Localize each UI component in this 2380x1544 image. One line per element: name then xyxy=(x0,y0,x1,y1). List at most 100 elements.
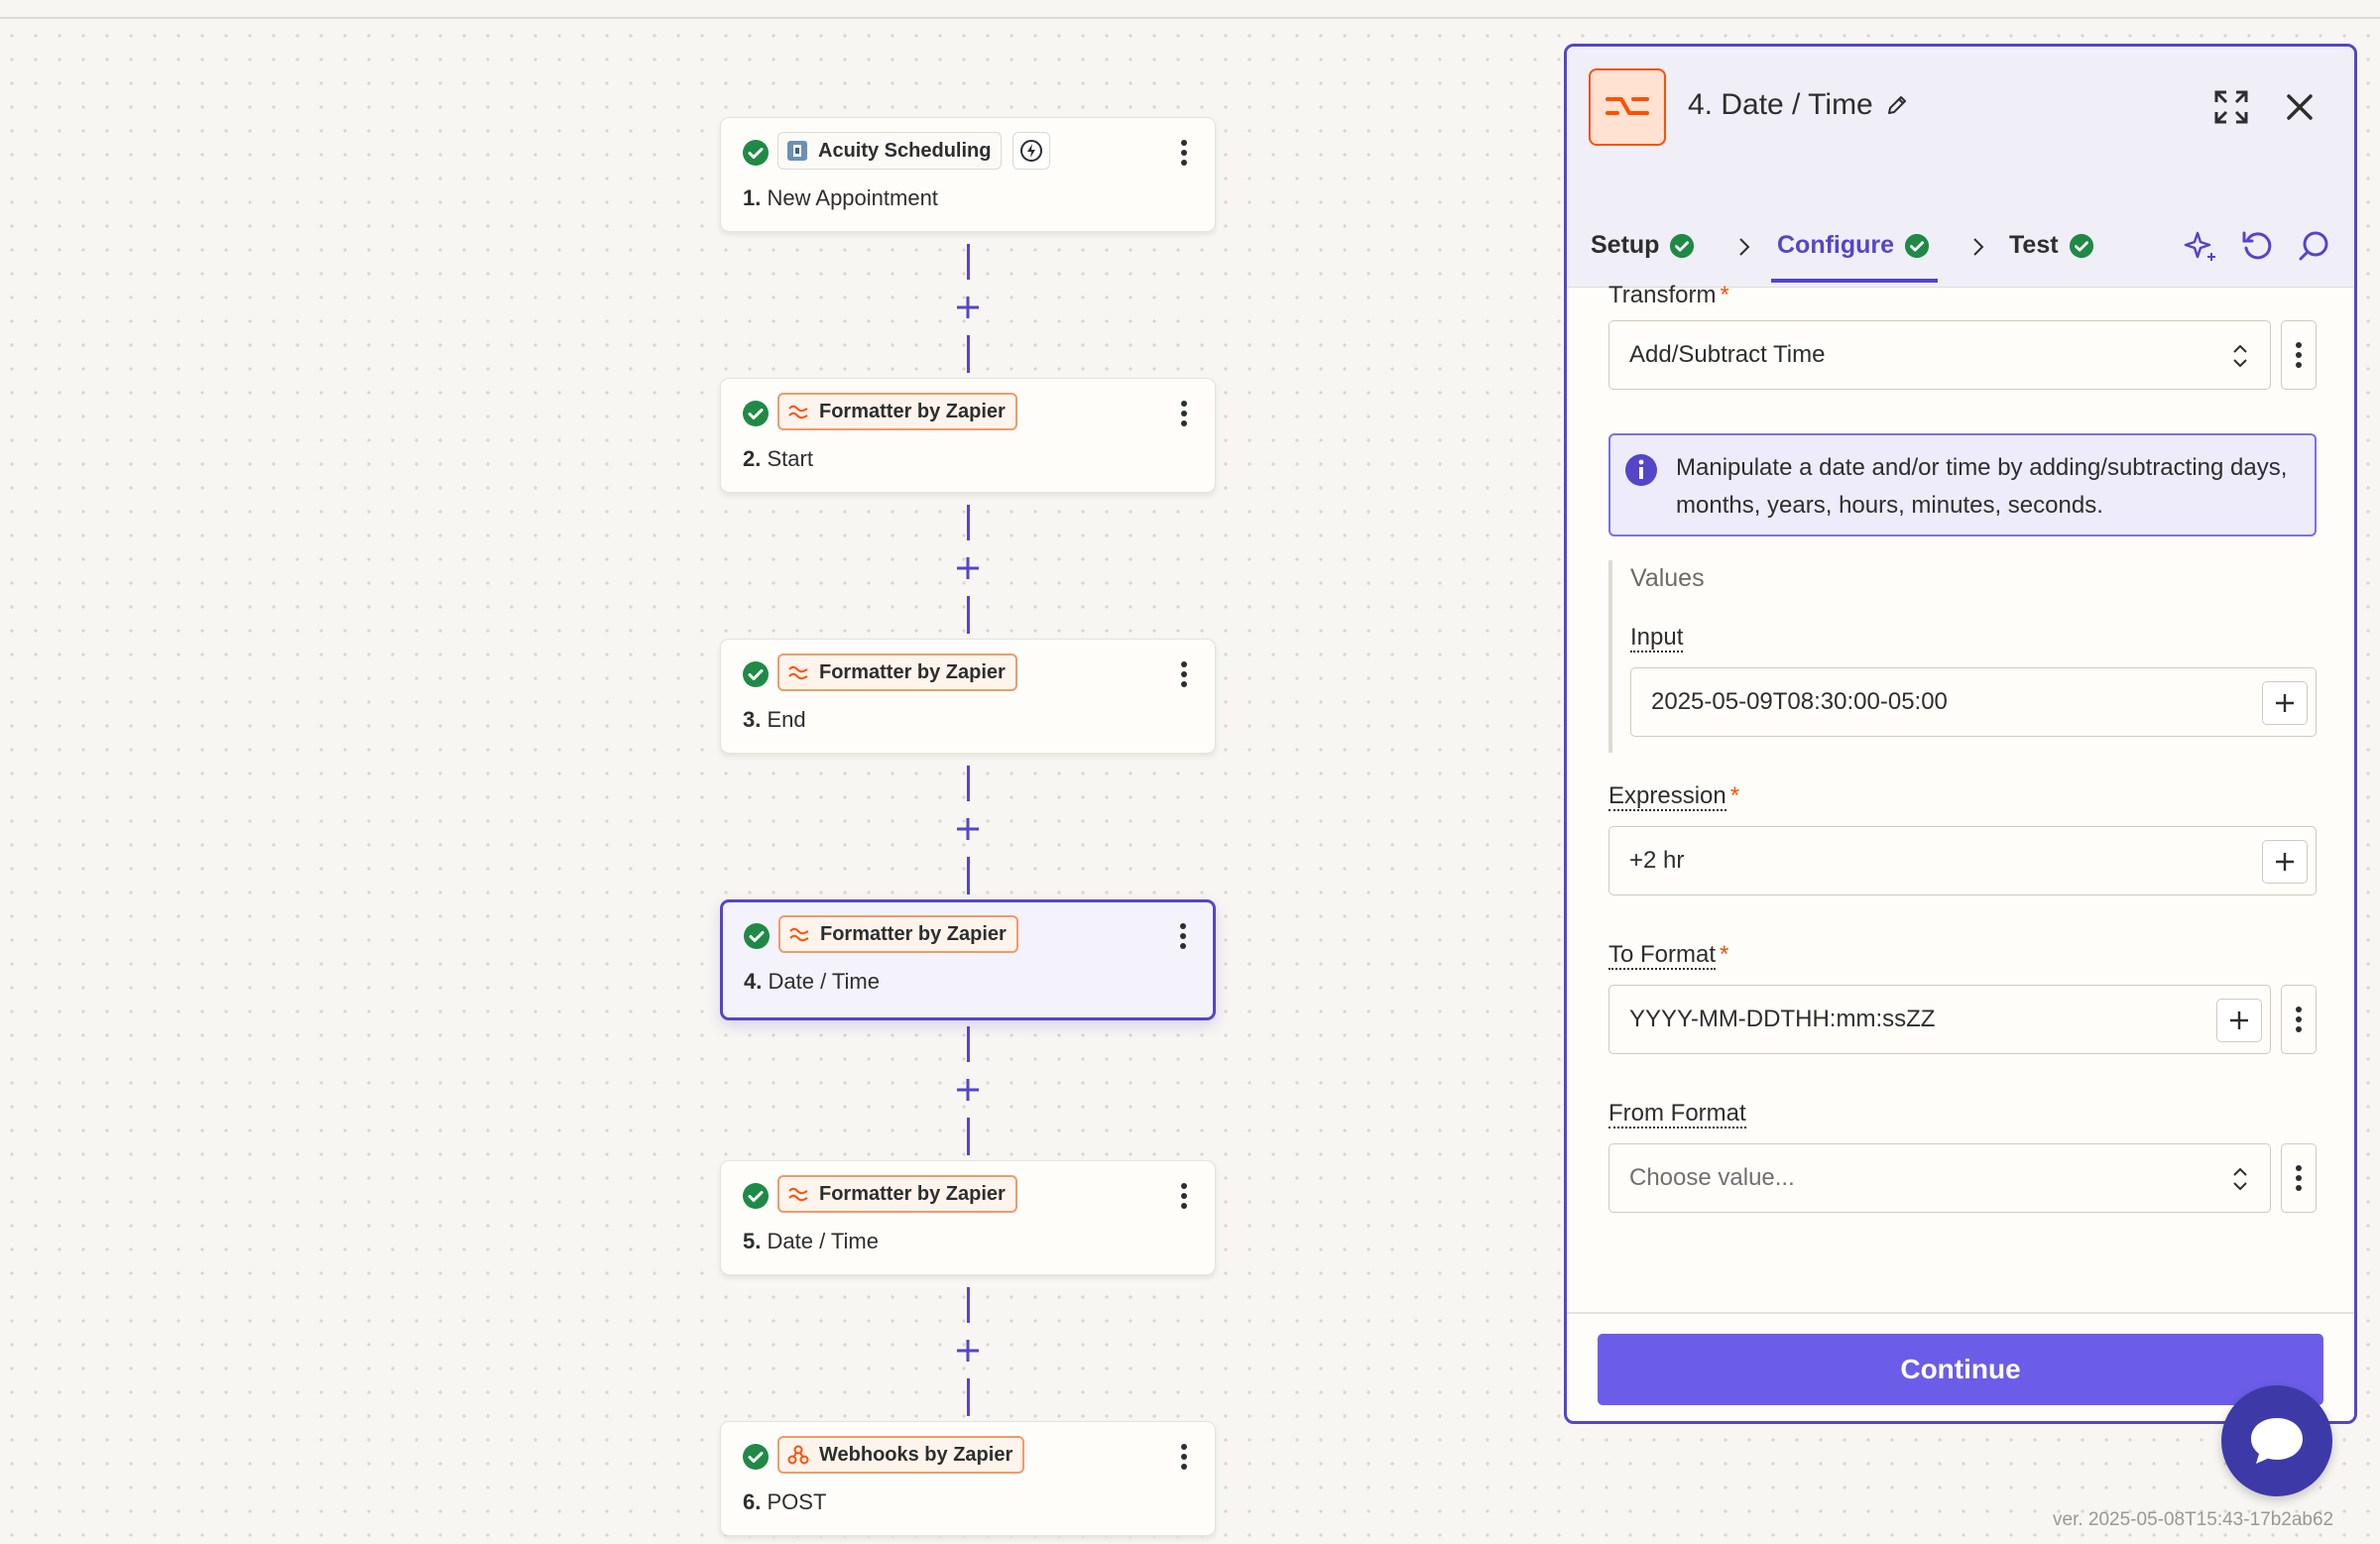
app-name: Formatter by Zapier xyxy=(819,1182,1006,1205)
check-icon xyxy=(743,140,769,166)
pencil-icon[interactable] xyxy=(1885,93,1909,117)
from-format-label: From Format xyxy=(1608,1100,1746,1128)
step-title: 5. Date / Time xyxy=(743,1229,879,1253)
formatter-icon xyxy=(788,1187,808,1202)
app-badge: Formatter by Zapier xyxy=(777,653,1017,691)
more-icon[interactable] xyxy=(1179,399,1189,428)
chat-icon xyxy=(2251,1418,2303,1464)
connector-line xyxy=(967,596,970,634)
version-label: ver. 2025-05-08T15:43-17b2ab62 xyxy=(2053,1509,2334,1530)
app-name: Formatter by Zapier xyxy=(820,922,1007,945)
check-icon xyxy=(2069,233,2093,258)
connector-line xyxy=(967,244,970,280)
insert-data-button[interactable] xyxy=(2262,840,2308,884)
info-text: Manipulate a date and/or time by adding/… xyxy=(1676,454,2288,519)
step-title: 6. POST xyxy=(743,1489,827,1514)
expression-field[interactable]: +2 hr xyxy=(1608,826,2317,895)
field-options-button[interactable] xyxy=(2281,320,2317,390)
connector-line xyxy=(967,505,970,540)
tab-test[interactable]: Test xyxy=(2009,231,2094,260)
more-icon[interactable] xyxy=(1178,921,1188,951)
more-icon[interactable] xyxy=(1179,659,1189,689)
add-step-icon[interactable] xyxy=(953,553,983,583)
add-step-icon[interactable] xyxy=(953,293,983,322)
close-icon[interactable] xyxy=(2281,88,2319,126)
app-name: Webhooks by Zapier xyxy=(819,1443,1013,1466)
connector-line xyxy=(967,766,970,801)
tab-setup[interactable]: Setup xyxy=(1591,231,1695,260)
from-format-select[interactable]: Choose value... xyxy=(1608,1143,2271,1213)
formatter-logo xyxy=(1589,68,1666,146)
connector-line xyxy=(967,1026,970,1062)
input-field[interactable]: 2025-05-09T08:30:00-05:00 xyxy=(1630,667,2317,737)
expand-icon[interactable] xyxy=(2212,88,2250,126)
check-icon xyxy=(1904,233,1930,258)
step-card-6[interactable]: Webhooks by Zapier 6. POST xyxy=(720,1421,1216,1536)
connector-line xyxy=(967,857,970,894)
values-group-rule xyxy=(1608,560,1612,753)
app-name: Acuity Scheduling xyxy=(818,139,992,162)
step-editor-panel: 4. Date / Time Setup Configure Test Tran… xyxy=(1564,44,2357,1424)
app-badge: Webhooks by Zapier xyxy=(777,1436,1025,1474)
step-title: 3. End xyxy=(743,707,806,732)
comment-icon[interactable] xyxy=(2295,227,2332,265)
app-badge: Formatter by Zapier xyxy=(777,393,1017,430)
step-card-2[interactable]: Formatter by Zapier 2. Start xyxy=(720,378,1216,493)
footer-divider xyxy=(1567,1312,2354,1314)
more-icon xyxy=(2296,1165,2302,1191)
info-icon xyxy=(1625,454,1657,486)
add-step-icon[interactable] xyxy=(953,1336,983,1366)
step-card-3[interactable]: Formatter by Zapier 3. End xyxy=(720,639,1216,754)
connector-line xyxy=(967,335,970,373)
insert-data-button[interactable] xyxy=(2262,681,2308,725)
chevron-right-icon xyxy=(1739,238,1750,256)
more-icon[interactable] xyxy=(1179,138,1189,168)
check-icon xyxy=(743,401,769,426)
chat-support-button[interactable] xyxy=(2221,1385,2332,1496)
field-options-button[interactable] xyxy=(2281,985,2317,1054)
chevron-right-icon xyxy=(1973,238,1984,256)
to-format-field[interactable]: YYYY-MM-DDTHH:mm:ssZZ xyxy=(1608,985,2271,1054)
check-icon xyxy=(744,923,770,949)
top-bar xyxy=(0,0,2380,19)
continue-button[interactable]: Continue xyxy=(1598,1334,2323,1405)
info-callout: Manipulate a date and/or time by adding/… xyxy=(1608,433,2317,536)
connector-line xyxy=(967,1287,970,1323)
step-card-5[interactable]: Formatter by Zapier 5. Date / Time xyxy=(720,1160,1216,1275)
chevron-updown-icon xyxy=(2233,1167,2247,1191)
app-name: Formatter by Zapier xyxy=(819,400,1006,422)
trigger-bolt xyxy=(1012,132,1050,170)
check-icon xyxy=(743,661,769,687)
more-icon[interactable] xyxy=(1179,1442,1189,1472)
panel-title[interactable]: 4. Date / Time xyxy=(1688,88,1909,122)
step-title: 1. New Appointment xyxy=(743,185,938,210)
insert-data-button[interactable] xyxy=(2216,999,2262,1042)
formatter-icon xyxy=(789,927,809,942)
add-step-icon[interactable] xyxy=(953,814,983,844)
step-card-4[interactable]: Formatter by Zapier 4. Date / Time xyxy=(720,899,1216,1020)
step-card-1[interactable]: Acuity Scheduling 1. New Appointment xyxy=(720,117,1216,232)
values-heading: Values xyxy=(1630,564,1705,592)
panel-header: 4. Date / Time xyxy=(1567,47,2354,166)
connector-line xyxy=(967,1378,970,1416)
chevron-updown-icon xyxy=(2233,344,2247,368)
formatter-icon xyxy=(788,665,808,680)
bolt-icon xyxy=(1020,140,1042,162)
formatter-icon xyxy=(1606,97,1649,115)
transform-label: Transform * xyxy=(1608,282,1729,308)
tab-configure[interactable]: Configure xyxy=(1777,231,1930,260)
ai-sparkle-icon[interactable] xyxy=(2182,227,2219,265)
formatter-icon xyxy=(788,405,808,419)
plus-icon xyxy=(2230,1011,2248,1029)
transform-select[interactable]: Add/Subtract Time xyxy=(1608,320,2271,390)
more-icon[interactable] xyxy=(1179,1181,1189,1211)
field-options-button[interactable] xyxy=(2281,1143,2317,1213)
more-icon xyxy=(2296,342,2302,368)
check-icon xyxy=(1670,233,1695,258)
add-step-icon[interactable] xyxy=(953,1075,983,1105)
active-tab-indicator xyxy=(1771,279,1938,283)
check-icon xyxy=(743,1444,769,1470)
plus-icon xyxy=(2276,853,2294,871)
history-icon[interactable] xyxy=(2238,227,2276,265)
check-icon xyxy=(743,1183,769,1209)
